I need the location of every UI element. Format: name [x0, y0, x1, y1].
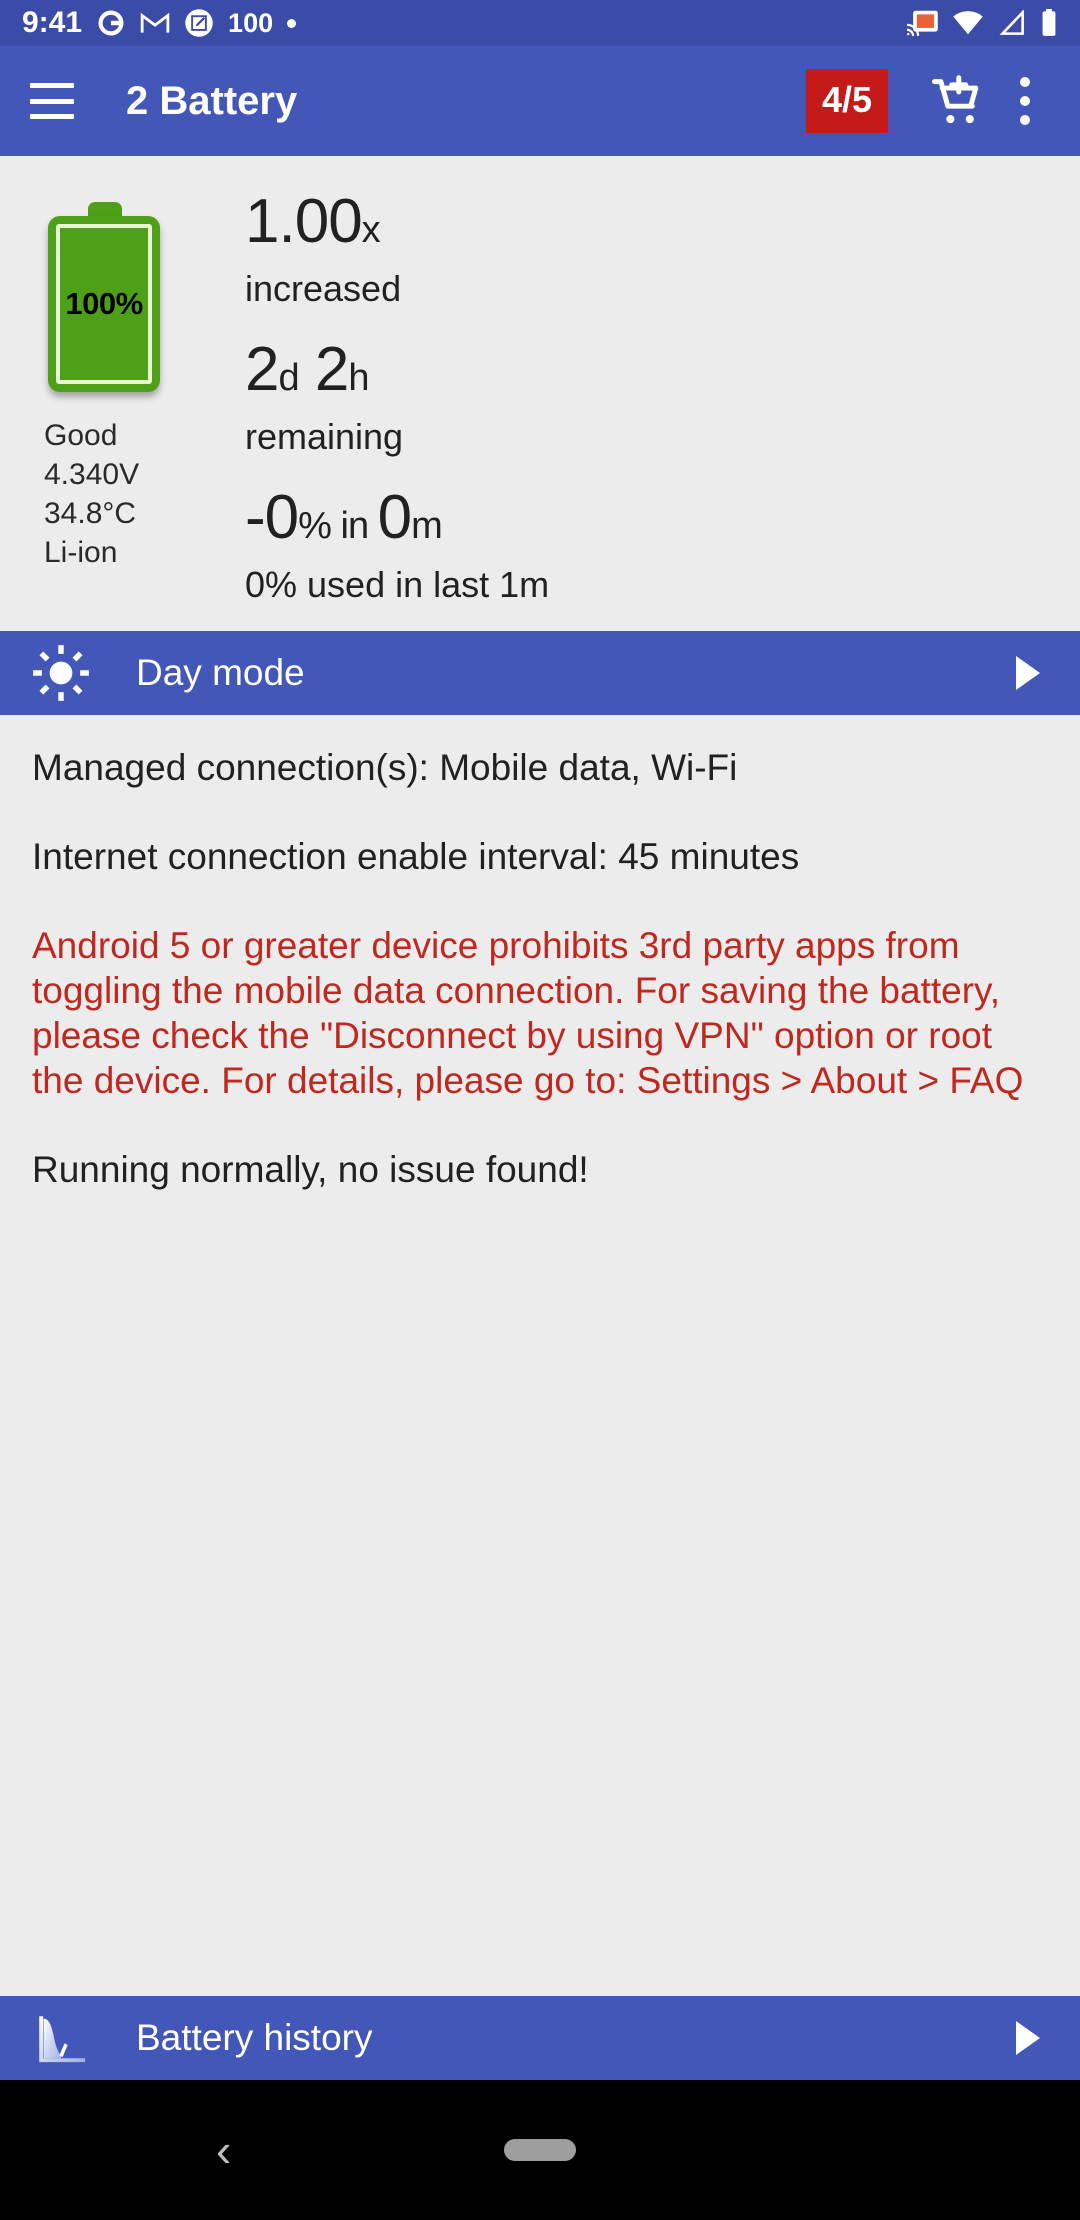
add-to-cart-icon[interactable]: [918, 63, 994, 139]
status-bar-right: [907, 9, 1058, 37]
gmail-icon: [140, 11, 170, 35]
stat-remaining-hours-unit: h: [348, 357, 369, 399]
stat-remaining-value-row: 2d 2h: [245, 338, 1060, 410]
status-bar-battery-number: 100: [228, 7, 274, 38]
stat-drain-pct: -0: [245, 483, 299, 552]
battery-temperature: 34.8°C: [44, 497, 137, 530]
stat-increase-caption: increased: [245, 268, 402, 309]
stat-increase: 1.00x increased: [245, 190, 1060, 310]
overflow-menu-icon[interactable]: [994, 62, 1056, 140]
info-text-block: Managed connection(s): Mobile data, Wi-F…: [0, 715, 1080, 1192]
battery-voltage: 4.340V: [44, 458, 140, 491]
battery-fill: 100%: [56, 224, 152, 384]
hamburger-menu-icon[interactable]: [30, 83, 74, 119]
line-chart-icon: [30, 2007, 92, 2069]
battery-stats: 1.00x increased 2d 2h remaining -0% in 0…: [245, 190, 1060, 606]
phone-screen: 9:41 100 2 Battery 4/5 100% Good 4.340V …: [0, 0, 1080, 2220]
sun-icon: [30, 642, 92, 704]
cellular-signal-icon: [997, 10, 1027, 36]
status-bar-clock: 9:41: [22, 6, 83, 39]
stat-remaining-days-unit: d: [278, 357, 299, 399]
back-chevron-icon[interactable]: ‹: [216, 2127, 231, 2173]
stat-remaining: 2d 2h remaining: [245, 338, 1060, 458]
status-bar: 9:41 100: [0, 0, 1080, 46]
home-pill-icon[interactable]: [504, 2139, 576, 2161]
battery-level-icon: 100%: [48, 202, 160, 392]
battery-body: 100%: [48, 216, 160, 392]
stat-drain-minutes-unit: m: [411, 505, 443, 547]
stat-drain-pct-unit: %: [298, 505, 332, 547]
stat-drain-minutes: 0: [377, 483, 412, 552]
stat-remaining-caption: remaining: [245, 416, 404, 457]
battery-technology: Li-ion: [44, 536, 118, 569]
battery-history-label: Battery history: [136, 2017, 373, 2058]
status-badge[interactable]: 4/5: [805, 69, 888, 133]
play-arrow-icon[interactable]: [998, 2010, 1054, 2066]
play-arrow-icon[interactable]: [998, 645, 1054, 701]
info-paragraph-enable-interval: Internet connection enable interval: 45 …: [32, 836, 800, 877]
stat-increase-value-row: 1.00x: [245, 190, 1060, 262]
stat-drain-joiner: in: [330, 505, 378, 547]
status-bar-left: 9:41 100: [22, 6, 297, 39]
google-icon: [96, 8, 126, 38]
stat-remaining-hours: 2: [314, 335, 349, 404]
system-navigation-bar: ‹: [0, 2080, 1080, 2220]
app-bar-actions: 4/5: [805, 62, 1056, 140]
stat-remaining-days: 2: [245, 335, 279, 404]
info-paragraph-warning: Android 5 or greater device prohibits 3r…: [32, 925, 1024, 1101]
page-title: 2 Battery: [126, 78, 298, 123]
cast-icon: [907, 9, 939, 37]
stat-recent-drain: -0% in 0m 0% used in last 1m: [245, 486, 1060, 606]
screenshot-edit-icon: [184, 8, 214, 38]
stat-recent-drain-value-row: -0% in 0m: [245, 486, 1060, 558]
stat-increase-value: 1.00: [245, 187, 363, 256]
battery-summary-panel: 100% Good 4.340V 34.8°C Li-ion 1.00x inc…: [0, 156, 1080, 631]
dot-indicator-icon: [287, 18, 297, 28]
day-mode-label: Day mode: [136, 652, 305, 693]
stat-increase-unit: x: [361, 209, 381, 251]
battery-full-icon: [1040, 9, 1058, 37]
battery-metadata: Good 4.340V 34.8°C Li-ion: [44, 416, 202, 572]
wifi-icon: [952, 10, 984, 36]
battery-indicator-column: 100% Good 4.340V 34.8°C Li-ion: [42, 186, 202, 572]
info-paragraph-status: Running normally, no issue found!: [32, 1149, 589, 1190]
sidebar-item-day-mode[interactable]: Day mode: [0, 631, 1080, 715]
battery-health: Good: [44, 419, 118, 452]
sidebar-item-battery-history[interactable]: Battery history: [0, 1996, 1080, 2080]
app-bar: 2 Battery 4/5: [0, 46, 1080, 156]
stat-recent-drain-caption: 0% used in last 1m: [245, 564, 550, 605]
info-paragraph-managed-connections: Managed connection(s): Mobile data, Wi-F…: [32, 747, 738, 788]
battery-percent-label: 100%: [65, 286, 143, 321]
